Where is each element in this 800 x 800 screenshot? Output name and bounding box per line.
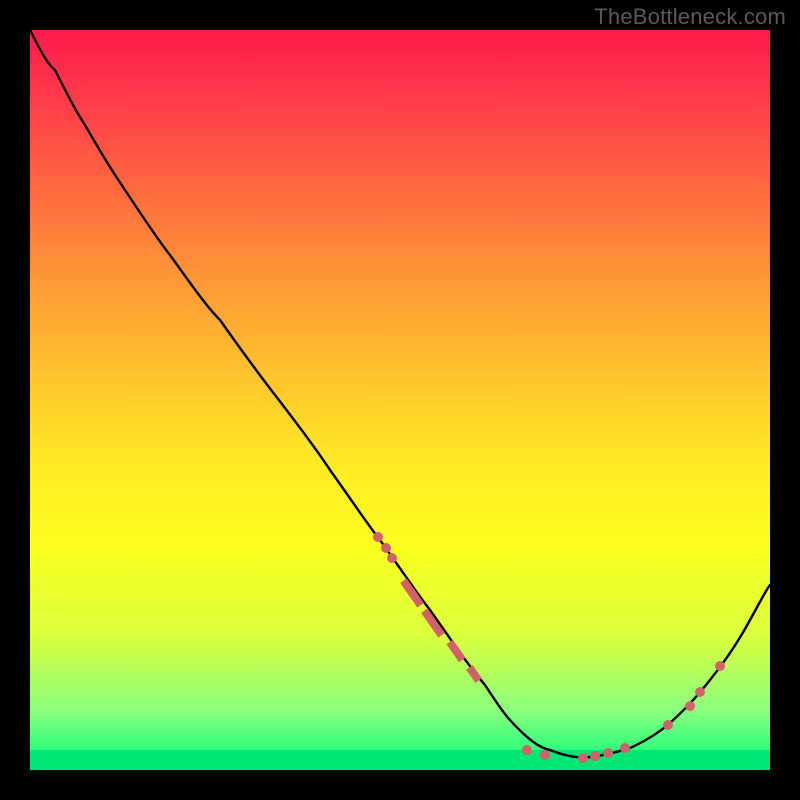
curve-dot-marker — [590, 751, 600, 761]
curve-dot-marker — [387, 553, 397, 563]
curve-dot-marker — [715, 661, 725, 671]
watermark-label: TheBottleneck.com — [594, 4, 786, 30]
curve-dot-marker — [603, 748, 613, 758]
curve-dot-marker — [522, 745, 532, 755]
curve-dot-marker — [373, 532, 383, 542]
curve-dot-marker — [540, 750, 550, 760]
curve-segment-marker — [400, 578, 424, 607]
curve-dot-marker — [620, 743, 630, 753]
chart-svg — [30, 30, 770, 770]
curve-dot-marker — [663, 720, 673, 730]
curve-dot-marker — [381, 543, 391, 553]
curve-dot-marker — [685, 701, 695, 711]
curve-dot-marker — [695, 687, 705, 697]
curve-dot-marker — [578, 753, 588, 763]
curve-segment-marker — [446, 640, 465, 663]
chart-plot-area — [30, 30, 770, 770]
main-curve — [30, 30, 770, 757]
